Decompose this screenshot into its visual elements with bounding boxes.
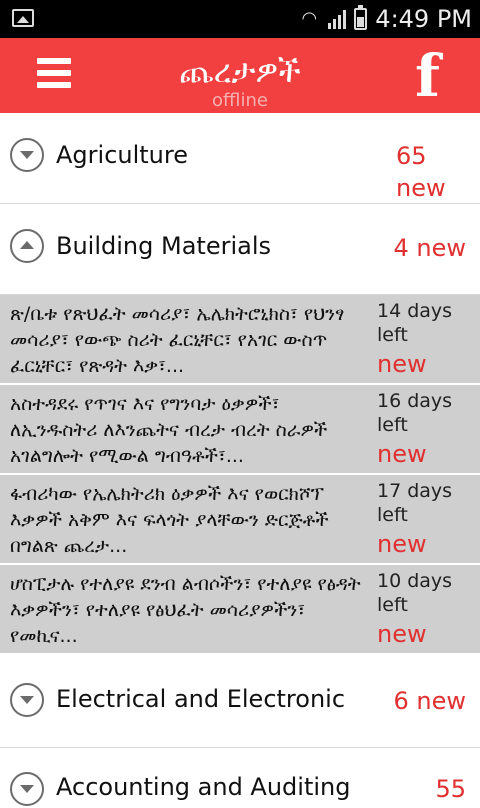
- clock: 4:49 PM: [375, 5, 472, 33]
- image-notification-icon: [12, 9, 34, 27]
- new-badge: new: [377, 350, 427, 378]
- chevron-up-icon[interactable]: [10, 229, 44, 263]
- facebook-icon[interactable]: f: [415, 46, 440, 106]
- tender-days-left: 16 days left: [377, 390, 453, 436]
- category-row-electrical[interactable]: Electrical and Electronic 6 new: [0, 655, 480, 748]
- connection-status: offline: [212, 90, 268, 111]
- category-list: Agriculture 65 new Building Materials 4 …: [0, 113, 480, 808]
- tender-item[interactable]: ሆስፒታሉ የተለያዩ ደንብ ልብሶችን፣ የተለያዩ የፅዳት እቃዎችን፣…: [0, 565, 480, 655]
- tender-description: ጽ/ቤቱ የጽህፈት መሳሪያ፣ ኤሌክትሮኒክስ፣ የህንፃ መሳሪያ፣ የው…: [10, 303, 345, 377]
- tender-days-left: 10 days left: [377, 570, 453, 616]
- new-badge: new: [377, 620, 427, 648]
- new-badge: new: [377, 440, 427, 468]
- category-name: Accounting and Auditing: [56, 773, 351, 801]
- battery-icon: [354, 5, 368, 30]
- new-badge: new: [377, 530, 427, 558]
- status-bar: ◠ 4:49 PM: [0, 0, 480, 38]
- chevron-down-icon[interactable]: [10, 683, 44, 717]
- wifi-icon: ◠: [301, 8, 318, 29]
- tender-item[interactable]: ፋብሪካው የኤሌክትሪክ ዕቃዎች እና የወርክሾፕ እቃዎች አቅም እና…: [0, 475, 480, 565]
- status-icons: ◠ 4:49 PM: [298, 4, 472, 34]
- category-name: Electrical and Electronic: [56, 685, 346, 713]
- tender-description: አስተዳደሩ የጥገና እና የግንባታ ዕቃዎች፣ ለኢንዱስትሪ ለእንጨት…: [10, 393, 328, 467]
- category-count: 55: [435, 775, 466, 803]
- category-count: 6 new: [393, 687, 466, 715]
- category-row-agriculture[interactable]: Agriculture 65 new: [0, 113, 480, 204]
- category-row-building-materials[interactable]: Building Materials 4 new: [0, 204, 480, 295]
- category-name: Agriculture: [56, 141, 188, 169]
- category-count: 4 new: [393, 234, 466, 262]
- category-count: 65 new: [396, 142, 446, 202]
- chevron-down-icon[interactable]: [10, 772, 44, 806]
- tender-description: ሆስፒታሉ የተለያዩ ደንብ ልብሶችን፣ የተለያዩ የፅዳት እቃዎችን፣…: [10, 573, 361, 647]
- signal-icon: [328, 9, 347, 29]
- tender-days-left: 17 days left: [377, 480, 453, 526]
- category-name: Building Materials: [56, 232, 271, 260]
- tender-item[interactable]: አስተዳደሩ የጥገና እና የግንባታ ዕቃዎች፣ ለኢንዱስትሪ ለእንጨት…: [0, 385, 480, 475]
- app-title: ጨረታዎች: [179, 52, 301, 90]
- tender-description: ፋብሪካው የኤሌክትሪክ ዕቃዎች እና የወርክሾፕ እቃዎች አቅም እና…: [10, 483, 329, 557]
- app-bar: ጨረታዎች offline f: [0, 38, 480, 113]
- category-row-accounting[interactable]: Accounting and Auditing 55: [0, 748, 480, 808]
- tender-item[interactable]: ጽ/ቤቱ የጽህፈት መሳሪያ፣ ኤሌክትሮኒክስ፣ የህንፃ መሳሪያ፣ የው…: [0, 295, 480, 385]
- tender-days-left: 14 days left: [377, 300, 453, 346]
- chevron-down-icon[interactable]: [10, 138, 44, 172]
